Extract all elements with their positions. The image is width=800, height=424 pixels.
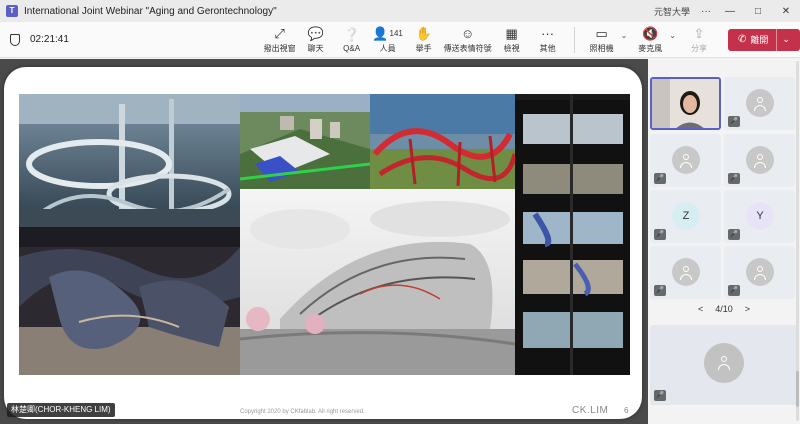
more-label: 其他: [539, 43, 556, 53]
mic-options-chevron-icon[interactable]: ⌄: [669, 31, 676, 40]
view-button[interactable]: ▦ 檢視: [494, 26, 530, 54]
maximize-button[interactable]: □: [744, 0, 772, 22]
pager-next-chevron-icon[interactable]: >: [745, 304, 750, 314]
avatar: [672, 258, 700, 286]
organization-name[interactable]: 元智大學: [654, 5, 690, 18]
ellipsis-icon: ···: [541, 25, 555, 41]
mic-label: 麥克風: [638, 43, 663, 53]
self-view-tile[interactable]: 🎤: [650, 325, 797, 405]
leave-label: 離開: [750, 35, 769, 45]
qa-label: Q&A: [343, 43, 361, 53]
window-title: International Joint Webinar "Aging and G…: [24, 5, 277, 17]
slide-photo-building-facade: [515, 94, 630, 375]
popout-label: 撥出視窗: [263, 43, 296, 53]
smiley-icon: ☺: [460, 25, 475, 41]
share-icon: ⇪: [693, 25, 705, 41]
avatar: [704, 343, 744, 383]
camera-button[interactable]: ▭ 照相機: [583, 26, 621, 54]
phone-hangup-icon: ✆: [738, 34, 747, 45]
avatar: [672, 146, 700, 174]
view-label: 檢視: [503, 43, 520, 53]
shield-icon[interactable]: [10, 33, 20, 46]
leave-divider: [776, 28, 778, 51]
reactions-button[interactable]: ☺ 傳送表情符號: [442, 26, 494, 54]
mic-muted-icon: 🎤: [728, 229, 740, 240]
popout-icon: ⤢: [274, 25, 285, 41]
slide-page-number: 6: [624, 406, 629, 415]
mic-muted-icon: 🎤: [654, 285, 666, 296]
chat-icon: 💬: [307, 25, 324, 41]
qa-button[interactable]: ❔ Q&A: [334, 27, 370, 53]
more-button[interactable]: ··· 其他: [530, 26, 566, 54]
pager-label: 4/10: [715, 304, 733, 314]
slide-photo-sketch-rendering: [240, 189, 515, 375]
grid-icon: ▦: [505, 25, 518, 41]
elapsed-time: 02:21:41: [30, 34, 69, 45]
presenter-name-tag: 林楚卿(CHOR-KHENG LIM): [7, 403, 115, 417]
shared-screen: Copyright 2020 by CKfablab. All right re…: [0, 59, 648, 424]
participants-gallery: 🎤 🎤 🎤 Z 🎤 Y 🎤 🎤 🎤 < 4/10 > 🎤: [648, 59, 800, 424]
participant-tile[interactable]: 🎤: [724, 134, 795, 187]
people-count: 141: [389, 28, 403, 38]
gallery-pager: < 4/10 >: [648, 304, 800, 314]
teams-app-icon: T: [6, 5, 18, 17]
people-icon: 👤: [372, 25, 389, 41]
avatar: [746, 258, 774, 286]
avatar-initial: Y: [746, 202, 774, 230]
mic-muted-icon: 🎤: [728, 285, 740, 296]
raise-hand-button[interactable]: ✋ 舉手: [406, 26, 442, 54]
participant-tile[interactable]: 🎤: [724, 77, 795, 130]
avatar: [746, 89, 774, 117]
mic-muted-icon: 🎤: [654, 173, 666, 184]
title-bar: T International Joint Webinar "Aging and…: [0, 0, 800, 22]
camera-icon: ▭: [595, 25, 608, 41]
slide-brand: CK.LIM: [572, 405, 609, 416]
more-icon[interactable]: ···: [696, 0, 716, 22]
slide-photo-atrium: [19, 94, 240, 227]
popout-button[interactable]: ⤢ 撥出視窗: [262, 26, 298, 54]
slide-photo-site-model: [240, 94, 370, 189]
mic-muted-icon: 🎤: [728, 173, 740, 184]
leave-options-chevron-icon[interactable]: ⌄: [782, 34, 790, 45]
toolbar-divider: [573, 26, 575, 53]
minimize-button[interactable]: —: [716, 0, 744, 22]
qa-icon: ❔: [343, 26, 360, 42]
chat-button[interactable]: 💬 聊天: [298, 26, 334, 54]
people-button[interactable]: 👤 141 人員: [370, 26, 406, 54]
participant-video: [652, 79, 719, 128]
slide-copyright: Copyright 2020 by CKfablab. All right re…: [240, 409, 365, 415]
people-label: 人員: [379, 43, 396, 53]
chat-label: 聊天: [307, 43, 324, 53]
scrollbar-thumb[interactable]: [796, 371, 799, 407]
participant-tile[interactable]: Z 🎤: [650, 190, 721, 243]
meeting-toolbar: 02:21:41 ⤢ 撥出視窗 💬 聊天 ❔ Q&A 👤 141 人員 ✋ 舉手 …: [0, 22, 800, 58]
gallery-scrollbar[interactable]: [796, 61, 799, 421]
meeting-timer: 02:21:41: [10, 33, 248, 46]
pager-prev-chevron-icon[interactable]: <: [698, 304, 703, 314]
participant-video-tile[interactable]: [650, 77, 721, 130]
participant-tile[interactable]: 🎤: [650, 134, 721, 187]
hand-icon: ✋: [415, 25, 432, 41]
avatar-initial: Z: [672, 202, 700, 230]
mic-muted-icon: 🎤: [654, 229, 666, 240]
raise-hand-label: 舉手: [415, 43, 432, 53]
participant-tile[interactable]: 🎤: [650, 246, 721, 299]
share-label: 分享: [691, 43, 707, 53]
mic-muted-icon: 🔇: [642, 25, 659, 41]
slide-photo-red-ribbon: [370, 94, 515, 189]
share-button[interactable]: ⇪ 分享: [680, 26, 718, 54]
slide-photo-interior: [19, 227, 240, 375]
leave-button[interactable]: ✆ 離開 ⌄: [728, 28, 800, 51]
participant-tile[interactable]: Y 🎤: [724, 190, 795, 243]
presentation-slide: Copyright 2020 by CKfablab. All right re…: [4, 67, 642, 419]
camera-label: 照相機: [589, 43, 614, 53]
participant-tile[interactable]: 🎤: [724, 246, 795, 299]
camera-options-chevron-icon[interactable]: ⌄: [621, 31, 628, 40]
mic-button[interactable]: 🔇 麥克風: [631, 26, 669, 54]
avatar: [746, 146, 774, 174]
reactions-label: 傳送表情符號: [443, 43, 492, 53]
mic-muted-icon: 🎤: [654, 390, 666, 401]
mic-muted-icon: 🎤: [728, 116, 740, 127]
close-button[interactable]: ✕: [772, 0, 800, 22]
